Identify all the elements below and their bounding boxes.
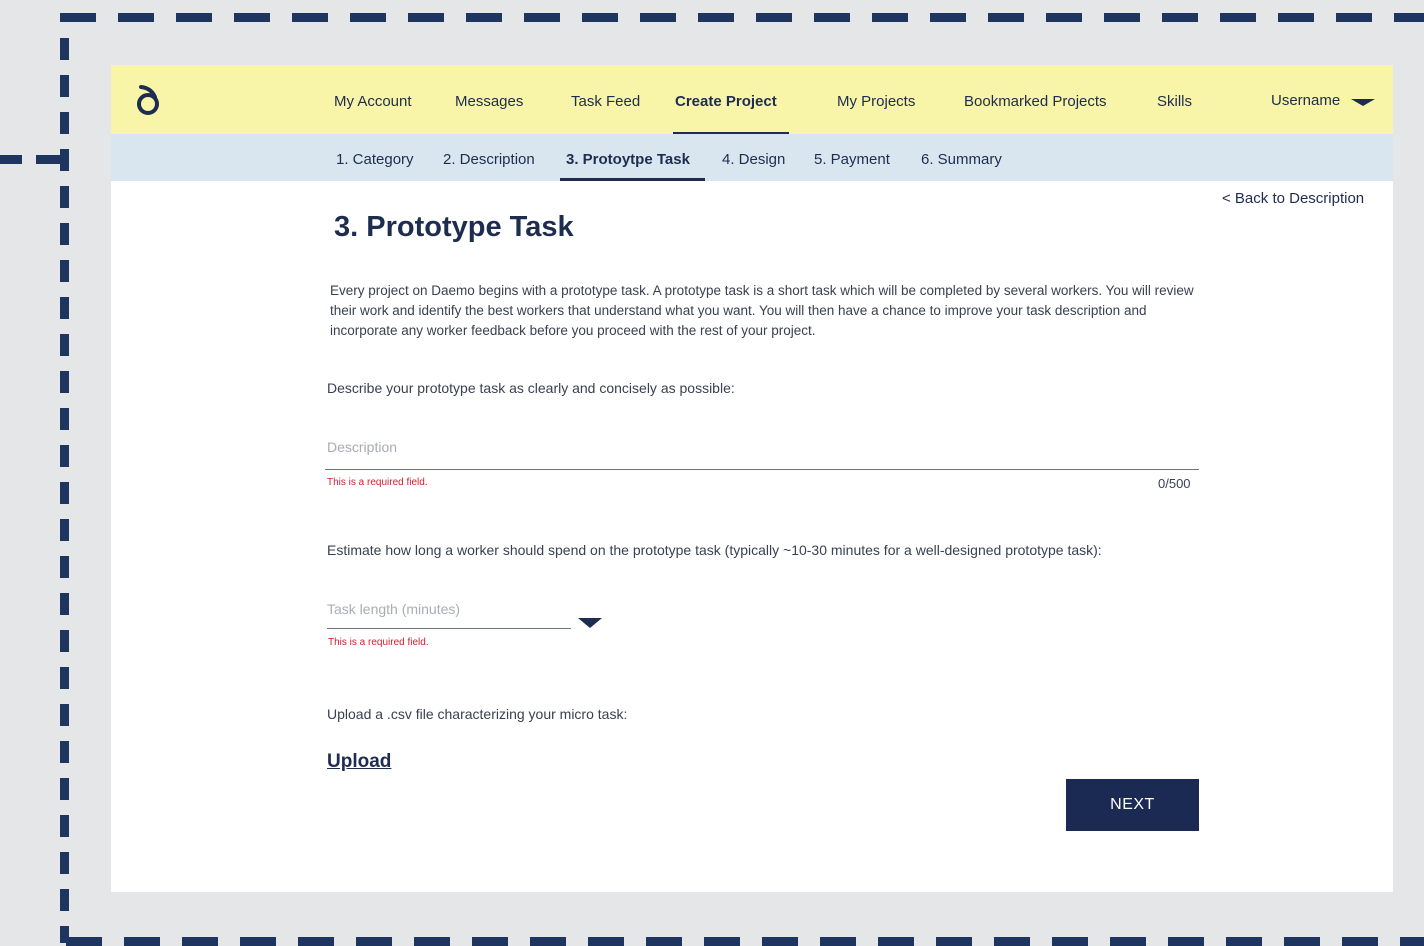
nav-skills[interactable]: Skills <box>1157 93 1192 110</box>
step-description[interactable]: 2. Description <box>443 151 535 168</box>
step-prototype-task[interactable]: 3. Protoytpe Task <box>566 151 690 168</box>
nav-create-project[interactable]: Create Project <box>675 93 777 110</box>
upload-button[interactable]: Upload <box>327 751 391 773</box>
dashed-connector <box>0 155 69 164</box>
dashed-border-bottom <box>66 937 1424 946</box>
nav-my-account[interactable]: My Account <box>334 93 412 110</box>
step-summary[interactable]: 6. Summary <box>921 151 1002 168</box>
task-length-input[interactable] <box>327 598 567 620</box>
step-category[interactable]: 1. Category <box>336 151 414 168</box>
nav-task-feed[interactable]: Task Feed <box>571 93 640 110</box>
dashed-border-top <box>60 13 1424 22</box>
task-length-error: This is a required field. <box>328 637 429 648</box>
step-payment[interactable]: 5. Payment <box>814 151 890 168</box>
description-char-counter: 0/500 <box>1158 476 1191 491</box>
next-button[interactable]: NEXT <box>1066 779 1199 831</box>
step-design[interactable]: 4. Design <box>722 151 785 168</box>
intro-paragraph: Every project on Daemo begins with a pro… <box>330 283 1194 338</box>
active-step-indicator <box>560 178 705 181</box>
description-error: This is a required field. <box>327 477 428 488</box>
nav-my-projects[interactable]: My Projects <box>837 93 915 110</box>
task-length-dropdown-icon[interactable] <box>578 618 602 628</box>
user-menu[interactable]: Username <box>1271 92 1340 109</box>
top-navigation-bar: My Account Messages Task Feed Create Pro… <box>111 65 1393 135</box>
description-prompt: Describe your prototype task as clearly … <box>327 380 735 396</box>
page-title: 3. Prototype Task <box>334 211 574 243</box>
upload-prompt: Upload a .csv file characterizing your m… <box>327 706 628 722</box>
nav-messages[interactable]: Messages <box>455 93 523 110</box>
task-length-underline <box>327 628 571 629</box>
back-to-description-link[interactable]: < Back to Description <box>1222 190 1364 207</box>
app-window: My Account Messages Task Feed Create Pro… <box>111 65 1393 892</box>
description-underline <box>325 469 1199 470</box>
daemo-logo-icon[interactable] <box>131 83 165 117</box>
nav-bookmarked-projects[interactable]: Bookmarked Projects <box>964 93 1107 110</box>
step-navigation-bar: 1. Category 2. Description 3. Protoytpe … <box>111 134 1393 181</box>
dashed-border-left <box>60 38 69 943</box>
caret-down-icon[interactable] <box>1351 99 1375 106</box>
description-input[interactable] <box>327 436 1197 458</box>
task-length-prompt: Estimate how long a worker should spend … <box>327 542 1102 558</box>
